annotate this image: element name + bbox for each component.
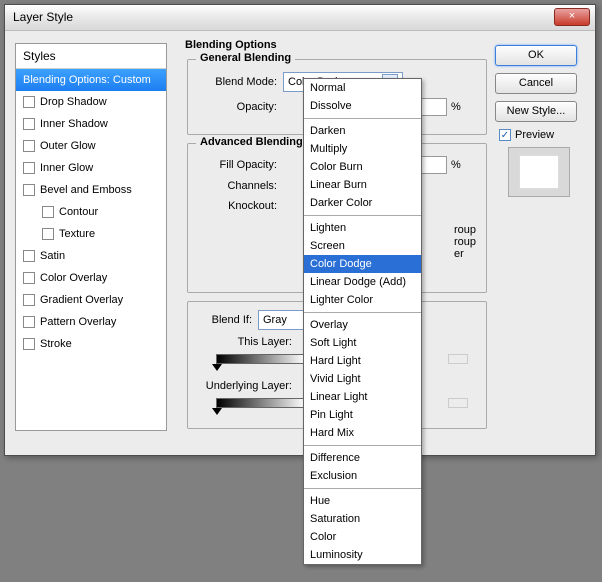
blend-mode-option[interactable]: Difference <box>304 449 421 467</box>
checkbox-icon[interactable] <box>23 96 35 108</box>
styles-item-color-overlay[interactable]: Color Overlay <box>16 267 166 289</box>
checkbox-icon[interactable] <box>42 206 54 218</box>
styles-panel: Styles Blending Options: Custom Drop Sha… <box>15 43 167 431</box>
this-layer-label: This Layer: <box>188 336 298 348</box>
blend-mode-option[interactable]: Linear Light <box>304 388 421 406</box>
slider-handle-icon[interactable] <box>212 408 222 415</box>
blend-mode-label: Blend Mode: <box>188 76 283 88</box>
styles-item-outer-glow[interactable]: Outer Glow <box>16 135 166 157</box>
blend-mode-option[interactable]: Darken <box>304 122 421 140</box>
styles-item-texture[interactable]: Texture <box>16 223 166 245</box>
blend-mode-option[interactable]: Saturation <box>304 510 421 528</box>
styles-header[interactable]: Styles <box>16 44 166 69</box>
close-button[interactable]: × <box>554 8 590 26</box>
styles-item-bevel[interactable]: Bevel and Emboss <box>16 179 166 201</box>
new-style-button[interactable]: New Style... <box>495 101 577 122</box>
side-buttons: OK Cancel New Style... ✓ Preview <box>495 45 583 197</box>
ok-button[interactable]: OK <box>495 45 577 66</box>
blend-mode-option[interactable]: Normal <box>304 79 421 97</box>
obscured-text: roup <box>454 236 476 248</box>
fill-opacity-label: Fill Opacity: <box>188 159 283 171</box>
slider-handle-icon[interactable] <box>212 364 222 371</box>
obscured-text: roup <box>454 224 476 236</box>
preview-swatch-inner <box>519 155 559 189</box>
styles-item-contour[interactable]: Contour <box>16 201 166 223</box>
obscured-text: er <box>454 248 476 260</box>
checkbox-icon[interactable] <box>42 228 54 240</box>
underlying-layer-slider[interactable] <box>216 398 306 408</box>
titlebar[interactable]: Layer Style × <box>5 5 595 31</box>
blend-mode-option[interactable]: Hard Mix <box>304 424 421 442</box>
blend-mode-option[interactable]: Linear Dodge (Add) <box>304 273 421 291</box>
preview-swatch <box>508 147 570 197</box>
blend-mode-option[interactable]: Color Dodge <box>304 255 421 273</box>
styles-item-blending-options[interactable]: Blending Options: Custom <box>16 69 166 91</box>
fill-opacity-unit: % <box>451 159 461 171</box>
blend-mode-option[interactable]: Overlay <box>304 316 421 334</box>
blend-mode-option[interactable]: Dissolve <box>304 97 421 115</box>
blend-mode-option[interactable]: Color Burn <box>304 158 421 176</box>
styles-item-pattern-overlay[interactable]: Pattern Overlay <box>16 311 166 333</box>
blend-mode-option[interactable]: Soft Light <box>304 334 421 352</box>
styles-item-inner-glow[interactable]: Inner Glow <box>16 157 166 179</box>
preview-toggle[interactable]: ✓ Preview <box>495 129 583 141</box>
blend-mode-option[interactable]: Multiply <box>304 140 421 158</box>
channels-label: Channels: <box>188 180 283 192</box>
blend-mode-option[interactable]: Screen <box>304 237 421 255</box>
general-blending-legend: General Blending <box>196 52 295 64</box>
styles-item-drop-shadow[interactable]: Drop Shadow <box>16 91 166 113</box>
underlying-layer-label: Underlying Layer: <box>188 380 298 392</box>
blend-mode-option[interactable]: Luminosity <box>304 546 421 564</box>
slider-handle-icon[interactable] <box>448 354 468 364</box>
close-icon: × <box>569 10 575 22</box>
styles-item-inner-shadow[interactable]: Inner Shadow <box>16 113 166 135</box>
blend-mode-option[interactable]: Hue <box>304 492 421 510</box>
advanced-blending-legend: Advanced Blending <box>196 136 307 148</box>
checkbox-icon[interactable] <box>23 316 35 328</box>
layer-style-dialog: Layer Style × Styles Blending Options: C… <box>4 4 596 456</box>
slider-handle-icon[interactable] <box>448 398 468 408</box>
checkbox-icon[interactable] <box>23 184 35 196</box>
checkmark-icon: ✓ <box>499 129 511 141</box>
blend-mode-option[interactable]: Darker Color <box>304 194 421 212</box>
blend-mode-option[interactable]: Color <box>304 528 421 546</box>
blend-mode-option[interactable]: Vivid Light <box>304 370 421 388</box>
dialog-client: Styles Blending Options: Custom Drop Sha… <box>5 31 595 455</box>
styles-item-satin[interactable]: Satin <box>16 245 166 267</box>
opacity-label: Opacity: <box>188 101 283 113</box>
blending-options-title: Blending Options <box>185 39 277 51</box>
blend-mode-option[interactable]: Lighten <box>304 219 421 237</box>
blend-if-label: Blend If: <box>188 314 258 326</box>
dialog-title: Layer Style <box>13 10 73 24</box>
checkbox-icon[interactable] <box>23 294 35 306</box>
checkbox-icon[interactable] <box>23 272 35 284</box>
preview-label: Preview <box>515 129 554 141</box>
this-layer-slider[interactable] <box>216 354 306 364</box>
blend-mode-dropdown[interactable]: NormalDissolveDarkenMultiplyColor BurnLi… <box>303 78 422 565</box>
cancel-button[interactable]: Cancel <box>495 73 577 94</box>
checkbox-icon[interactable] <box>23 338 35 350</box>
blend-mode-option[interactable]: Lighter Color <box>304 291 421 309</box>
checkbox-icon[interactable] <box>23 140 35 152</box>
blend-mode-option[interactable]: Pin Light <box>304 406 421 424</box>
blend-if-select[interactable]: Gray <box>258 310 308 330</box>
checkbox-icon[interactable] <box>23 162 35 174</box>
styles-item-gradient-overlay[interactable]: Gradient Overlay <box>16 289 166 311</box>
checkbox-icon[interactable] <box>23 118 35 130</box>
opacity-unit: % <box>451 101 461 113</box>
blend-mode-option[interactable]: Hard Light <box>304 352 421 370</box>
knockout-label: Knockout: <box>188 200 283 212</box>
blend-mode-option[interactable]: Exclusion <box>304 467 421 485</box>
blend-mode-option[interactable]: Linear Burn <box>304 176 421 194</box>
blend-if-value: Gray <box>263 314 287 326</box>
styles-item-stroke[interactable]: Stroke <box>16 333 166 355</box>
checkbox-icon[interactable] <box>23 250 35 262</box>
